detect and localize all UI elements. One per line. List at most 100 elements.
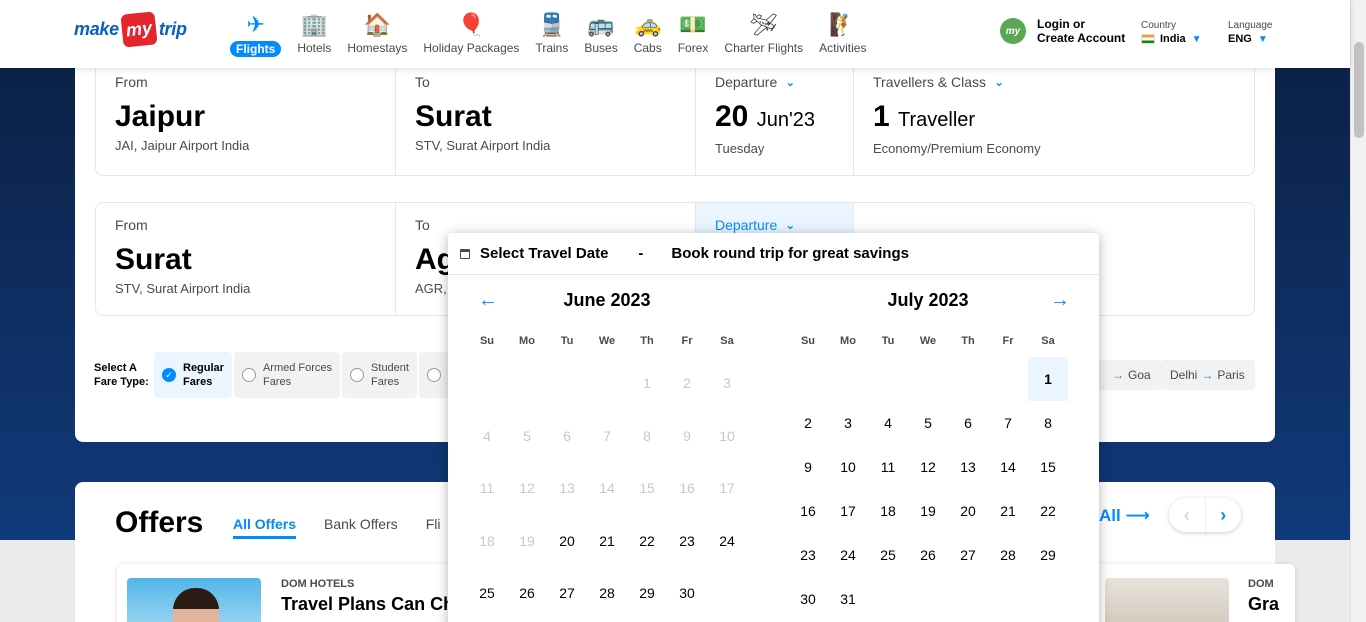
nav-label: Charter Flights (724, 41, 804, 55)
offer-card[interactable]: DOM HOTELS Travel Plans Can Cha (117, 564, 467, 622)
calendar-day[interactable]: 29 (627, 567, 667, 620)
calendar-day[interactable]: 15 (1028, 445, 1068, 489)
weekday-label: We (598, 335, 616, 347)
nav-item-cabs[interactable]: 🚕 Cabs (626, 8, 670, 57)
calendar-day[interactable]: 30 (788, 577, 828, 621)
calendar-day[interactable]: 20 (547, 515, 587, 568)
departure-day: 20 (715, 100, 749, 133)
calendar-day[interactable]: 8 (1028, 401, 1068, 445)
calendar-day[interactable]: 26 (908, 533, 948, 577)
calendar-day[interactable]: 1 (1028, 357, 1068, 401)
nav-item-forex[interactable]: 💵 Forex (670, 8, 717, 57)
calendar-day[interactable]: 16 (788, 489, 828, 533)
language-selector[interactable]: Language ENG ▼ (1228, 20, 1273, 45)
tab-flights[interactable]: Fli (426, 516, 441, 539)
travel-class: Economy/Premium Economy (873, 141, 1041, 156)
calendar-day[interactable]: 25 (467, 567, 507, 620)
to-field[interactable]: To Surat STV, Surat Airport India (396, 60, 696, 175)
fare-option-regular[interactable]: ✓ Regular Fares (154, 352, 232, 398)
calendar-day[interactable]: 23 (788, 533, 828, 577)
tab-bank-offers[interactable]: Bank Offers (324, 516, 398, 539)
calendar-day[interactable]: 10 (828, 445, 868, 489)
calendar-day[interactable]: 31 (828, 577, 868, 621)
calendar-day[interactable]: 27 (948, 533, 988, 577)
calendar-day[interactable]: 2 (788, 401, 828, 445)
weekday-label: Th (640, 335, 654, 347)
login-text: Login or (1037, 17, 1085, 31)
calendar-day: 15 (639, 480, 655, 497)
nav-item-flights[interactable]: ✈ Flights (222, 8, 289, 57)
nav-item-hotels[interactable]: 🏢 Hotels (289, 8, 339, 57)
nav-item-holiday-packages[interactable]: 🎈 Holiday Packages (415, 8, 527, 57)
calendar-day[interactable]: 24 (707, 515, 747, 568)
calendar-day[interactable]: 22 (1028, 489, 1068, 533)
nav-item-homestays[interactable]: 🏠 Homestays (339, 8, 415, 57)
calendar-day[interactable]: 24 (828, 533, 868, 577)
chevron-down-icon: ⌄ (994, 75, 1005, 89)
nav-item-buses[interactable]: 🚌 Buses (576, 8, 625, 57)
from-field[interactable]: From Surat STV, Surat Airport India (96, 203, 396, 315)
calendar-day[interactable]: 6 (948, 401, 988, 445)
charter-icon: 🛩 (749, 12, 778, 37)
trending-search-chip[interactable]: Delhi → Paris (1160, 360, 1255, 390)
month-title: June 2023 (563, 290, 651, 310)
calendar-day[interactable]: 22 (627, 515, 667, 568)
empty-day (868, 577, 908, 621)
calendar-day[interactable]: 19 (908, 489, 948, 533)
header-separator: - (638, 245, 644, 262)
calendar-day[interactable]: 23 (667, 515, 707, 568)
country-selector[interactable]: Country India ▼ (1141, 20, 1202, 45)
calendar-day[interactable]: 18 (868, 489, 908, 533)
calendar-day[interactable]: 28 (988, 533, 1028, 577)
calendar-day[interactable]: 9 (788, 445, 828, 489)
calendar-day[interactable]: 28 (587, 567, 627, 620)
fare-option-armed-forces[interactable]: Armed Forces Fares (233, 352, 341, 398)
arrow-right-icon: ⟶ (1125, 506, 1150, 525)
calendar-day[interactable]: 3 (828, 401, 868, 445)
departure-field[interactable]: Departure ⌄ 20 Jun'23 Tuesday (696, 60, 854, 175)
nav-item-activities[interactable]: 🧗 Activities (811, 8, 874, 57)
calendar-day[interactable]: 11 (868, 445, 908, 489)
calendar-day[interactable]: 12 (908, 445, 948, 489)
calendar-day[interactable]: 21 (988, 489, 1028, 533)
calendar-day[interactable]: 14 (988, 445, 1028, 489)
chevron-down-icon: ⌄ (785, 75, 796, 89)
calendar-day[interactable]: 26 (507, 567, 547, 620)
calendar-week: 1 2 3 (467, 357, 747, 410)
chevron-left-icon[interactable]: ‹ (1169, 498, 1206, 532)
nav-label: Activities (819, 41, 867, 55)
chevron-down-icon: ▼ (1191, 33, 1202, 45)
trending-search-chip[interactable]: → Goa (1098, 360, 1161, 390)
radio-icon (426, 368, 441, 382)
offer-card[interactable]: DOM Gra (1095, 564, 1295, 622)
nav-item-trains[interactable]: 🚆 Trains (527, 8, 576, 57)
offers-pager: ‹ › (1169, 498, 1241, 532)
makemytrip-logo[interactable]: make my trip (74, 10, 187, 48)
calendar-day[interactable]: 29 (1028, 533, 1068, 577)
from-field[interactable]: From Jaipur JAI, Jaipur Airport India (96, 60, 396, 175)
weekday-header: Su Mo Tu We Th Fr Sa (788, 325, 1068, 357)
calendar-day[interactable]: 4 (868, 401, 908, 445)
calendar-day: 10 (719, 427, 735, 444)
calendar-day[interactable]: 5 (908, 401, 948, 445)
page-scrollbar[interactable] (1350, 0, 1366, 622)
tab-all-offers[interactable]: All Offers (233, 516, 297, 539)
nav-item-charter-flights[interactable]: 🛩 Charter Flights (716, 8, 811, 57)
calendar-day[interactable]: 20 (948, 489, 988, 533)
to-city: Surat (415, 100, 492, 133)
calendar-day[interactable]: 17 (828, 489, 868, 533)
travellers-field[interactable]: Travellers & Class ⌄ 1 Traveller Economy/… (854, 60, 1254, 175)
chevron-right-icon[interactable]: › (1206, 498, 1242, 532)
calendar-day[interactable]: 25 (868, 533, 908, 577)
login-button[interactable]: my Login or Create Account (1000, 17, 1125, 45)
view-all-link[interactable]: All ⟶ (1099, 506, 1150, 526)
fare-option-student[interactable]: Student Fares (342, 352, 417, 398)
from-city: Surat (115, 243, 192, 276)
radio-icon (350, 368, 365, 382)
calendar-day[interactable]: 30 (667, 567, 707, 620)
calendar-day[interactable]: 27 (547, 567, 587, 620)
calendar-day[interactable]: 21 (587, 515, 627, 568)
calendar-day[interactable]: 13 (948, 445, 988, 489)
scrollbar-thumb[interactable] (1354, 42, 1364, 138)
calendar-day[interactable]: 7 (988, 401, 1028, 445)
